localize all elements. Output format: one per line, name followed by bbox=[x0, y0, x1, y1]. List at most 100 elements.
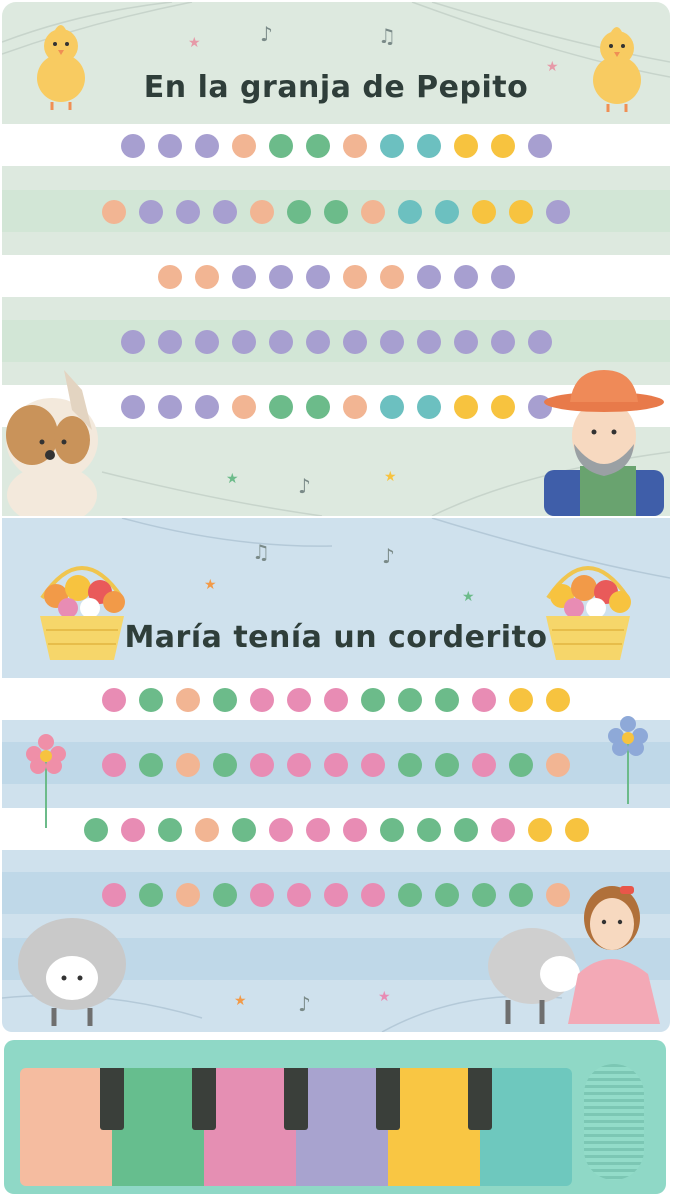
note-dot bbox=[139, 688, 163, 712]
speaker-grille bbox=[584, 1064, 644, 1180]
note-dot bbox=[195, 265, 219, 289]
note-dot bbox=[195, 330, 219, 354]
note-dot bbox=[213, 883, 237, 907]
note-dot bbox=[528, 330, 552, 354]
star-icon: ★ bbox=[378, 989, 391, 1005]
star-icon: ★ bbox=[546, 59, 559, 75]
note-row bbox=[2, 200, 670, 224]
note-dot bbox=[250, 200, 274, 224]
note-dot bbox=[324, 883, 348, 907]
note-dot bbox=[565, 818, 589, 842]
note-dot bbox=[380, 265, 404, 289]
note-dot bbox=[287, 753, 311, 777]
note-dot bbox=[287, 688, 311, 712]
piano-black-key[interactable] bbox=[468, 1068, 492, 1130]
note-dot bbox=[102, 200, 126, 224]
note-dot bbox=[509, 688, 533, 712]
note-dot bbox=[546, 753, 570, 777]
note-dot bbox=[102, 753, 126, 777]
piano-key[interactable] bbox=[480, 1068, 572, 1186]
note-row bbox=[2, 753, 670, 777]
note-dot bbox=[361, 883, 385, 907]
note-dot bbox=[139, 753, 163, 777]
note-dot bbox=[454, 818, 478, 842]
music-note-icon: ♪ bbox=[298, 992, 311, 1016]
note-dot bbox=[176, 200, 200, 224]
piano-key[interactable] bbox=[112, 1068, 204, 1186]
star-icon: ★ bbox=[204, 577, 217, 593]
piano-black-key[interactable] bbox=[100, 1068, 124, 1130]
note-dot bbox=[528, 134, 552, 158]
note-dot bbox=[343, 395, 367, 419]
piano-key[interactable] bbox=[388, 1068, 480, 1186]
note-dot bbox=[84, 818, 108, 842]
note-dot bbox=[528, 818, 552, 842]
note-dot bbox=[213, 688, 237, 712]
note-dot bbox=[380, 818, 404, 842]
note-dot bbox=[380, 395, 404, 419]
note-dot bbox=[398, 200, 422, 224]
note-dot bbox=[417, 330, 441, 354]
note-dot bbox=[509, 200, 533, 224]
note-dot bbox=[121, 134, 145, 158]
note-row bbox=[2, 330, 670, 354]
star-icon: ★ bbox=[226, 471, 239, 487]
note-dot bbox=[287, 200, 311, 224]
note-dot bbox=[250, 883, 274, 907]
note-dot bbox=[398, 753, 422, 777]
note-dot bbox=[250, 753, 274, 777]
note-dot bbox=[121, 818, 145, 842]
note-dot bbox=[269, 818, 293, 842]
note-dot bbox=[491, 818, 515, 842]
note-dot bbox=[435, 883, 459, 907]
note-dot bbox=[324, 753, 348, 777]
note-dot bbox=[398, 883, 422, 907]
chick-icon bbox=[37, 25, 85, 110]
note-dot bbox=[361, 688, 385, 712]
song-title: En la granja de Pepito bbox=[143, 70, 529, 105]
note-dot bbox=[472, 753, 496, 777]
piano-key[interactable] bbox=[20, 1068, 112, 1186]
note-dot bbox=[176, 753, 200, 777]
note-dot bbox=[417, 265, 441, 289]
flower-basket-icon bbox=[40, 566, 125, 660]
note-dot bbox=[176, 883, 200, 907]
note-dot bbox=[269, 265, 293, 289]
note-dot bbox=[324, 200, 348, 224]
piano-key[interactable] bbox=[296, 1068, 388, 1186]
piano-key[interactable] bbox=[204, 1068, 296, 1186]
note-dot bbox=[546, 200, 570, 224]
note-row bbox=[2, 265, 670, 289]
note-dot bbox=[380, 330, 404, 354]
note-dot bbox=[269, 395, 293, 419]
note-dot bbox=[509, 753, 533, 777]
note-dot bbox=[287, 883, 311, 907]
note-dot bbox=[232, 134, 256, 158]
music-note-icon: ♪ bbox=[298, 474, 311, 498]
note-dot bbox=[454, 395, 478, 419]
farmer-icon bbox=[544, 370, 664, 516]
music-note-icon: ♪ bbox=[260, 22, 273, 46]
note-dot bbox=[491, 134, 515, 158]
star-icon: ★ bbox=[462, 589, 475, 605]
note-dot bbox=[454, 330, 478, 354]
piano-black-key[interactable] bbox=[284, 1068, 308, 1130]
note-dot bbox=[306, 818, 330, 842]
note-dot bbox=[121, 395, 145, 419]
note-dot bbox=[435, 753, 459, 777]
note-dot bbox=[343, 330, 367, 354]
note-dot bbox=[139, 200, 163, 224]
song-page-maria: María tenía un corderito ★ ★ ★ ★ ♫ ♪ ♪ bbox=[2, 518, 670, 1032]
note-dot bbox=[158, 134, 182, 158]
note-dot bbox=[306, 330, 330, 354]
note-dot bbox=[306, 265, 330, 289]
flower-basket-icon bbox=[546, 566, 631, 660]
piano-black-key[interactable] bbox=[192, 1068, 216, 1130]
note-dot bbox=[435, 200, 459, 224]
piano-black-key[interactable] bbox=[376, 1068, 400, 1130]
star-icon: ★ bbox=[188, 35, 201, 51]
note-dot bbox=[139, 883, 163, 907]
note-dot bbox=[269, 330, 293, 354]
note-dot bbox=[343, 265, 367, 289]
note-row bbox=[2, 688, 670, 712]
